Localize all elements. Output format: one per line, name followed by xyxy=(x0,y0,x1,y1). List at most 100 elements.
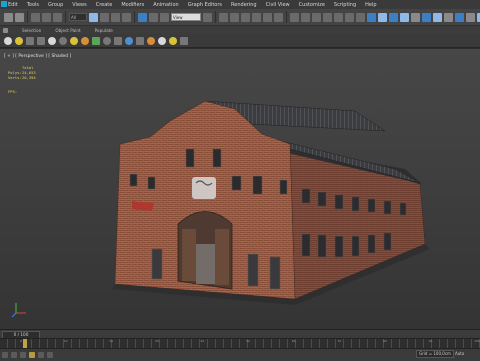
scale-icon[interactable] xyxy=(160,12,169,22)
render-setup-icon[interactable] xyxy=(378,12,387,22)
status-bar: 0 / 100 0 10 20 30 40 50 60 70 80 90 100… xyxy=(0,329,480,361)
material-editor-icon[interactable] xyxy=(367,12,376,22)
select-manipulate-icon[interactable] xyxy=(219,12,228,22)
toggle-ribbon-icon[interactable] xyxy=(334,12,343,22)
tab-selection[interactable]: Selection xyxy=(22,28,41,33)
link-icon[interactable] xyxy=(31,12,40,22)
ribbon-tool-icon[interactable] xyxy=(92,36,100,45)
selection-filter-dropdown[interactable]: All xyxy=(69,13,87,21)
keyboard-shortcut-override-icon[interactable] xyxy=(230,12,239,22)
menu-bar: Edit Tools Group Views Create Modifiers … xyxy=(0,0,480,9)
pivot-center-icon[interactable] xyxy=(203,12,212,22)
auto-key-label[interactable]: Auto xyxy=(455,351,464,356)
render-iterative-icon[interactable] xyxy=(411,12,420,22)
ribbon-tool-icon[interactable] xyxy=(15,36,23,45)
ribbon-tool-icon[interactable] xyxy=(180,36,188,45)
layer-explorer-icon[interactable] xyxy=(323,12,332,22)
ribbon-tool-icon[interactable] xyxy=(37,36,45,45)
named-selection-sets-icon[interactable] xyxy=(290,12,299,22)
menu-item-create[interactable]: Create xyxy=(96,2,113,8)
tab-object-paint[interactable]: Object Paint xyxy=(55,28,80,33)
render-production-icon[interactable] xyxy=(400,12,409,22)
time-slider-thumb[interactable] xyxy=(23,339,27,348)
menu-item-help[interactable]: Help xyxy=(365,2,376,8)
a360-gallery-icon[interactable] xyxy=(433,12,442,22)
ribbon-tool-icon[interactable] xyxy=(48,36,56,45)
ribbon-tool-icon[interactable] xyxy=(136,36,144,45)
render-in-cloud-icon[interactable] xyxy=(422,12,431,22)
door-leaf xyxy=(182,229,196,281)
extras-icon[interactable] xyxy=(466,12,475,22)
set-key-icon[interactable] xyxy=(38,351,44,358)
reference-coordinate-dropdown[interactable]: View xyxy=(171,13,201,21)
axis-gizmo xyxy=(11,303,26,318)
mirror-icon[interactable] xyxy=(301,12,310,22)
perspective-viewport[interactable]: [ + ] [ Perspective ] [ Shaded ] Total P… xyxy=(0,49,480,329)
main-toolbar: All View xyxy=(0,9,480,26)
tab-populate[interactable]: Populate xyxy=(95,28,113,33)
toolbar-divider xyxy=(286,11,287,23)
undo-icon[interactable] xyxy=(4,12,13,22)
rectangular-selection-icon[interactable] xyxy=(111,12,120,22)
snaps-toggle-icon[interactable] xyxy=(241,12,250,22)
menu-item-modifiers[interactable]: Modifiers xyxy=(121,2,144,8)
ribbon-tool-icon[interactable] xyxy=(103,36,111,45)
schematic-view-icon[interactable] xyxy=(356,12,365,22)
bind-space-warp-icon[interactable] xyxy=(53,12,62,22)
ribbon-tool-icon[interactable] xyxy=(147,36,155,45)
ribbon-tool-icon[interactable] xyxy=(114,36,122,45)
play-icon[interactable] xyxy=(47,351,53,358)
unlink-icon[interactable] xyxy=(42,12,51,22)
menu-item-edit[interactable]: Edit xyxy=(8,2,18,8)
door-leaf xyxy=(215,229,229,285)
ribbon-tool-icon[interactable] xyxy=(158,36,166,45)
menu-item-civil-view[interactable]: Civil View xyxy=(266,2,290,8)
toolbar-divider xyxy=(134,11,135,23)
ribbon-panel xyxy=(0,34,480,48)
grid-size-readout: Grid = 100,0cm xyxy=(416,350,454,358)
rendered-frame-window-icon[interactable] xyxy=(389,12,398,22)
lock-selection-icon[interactable] xyxy=(11,351,17,358)
select-by-name-icon[interactable] xyxy=(100,12,109,22)
window-crossing-icon[interactable] xyxy=(122,12,131,22)
building-model[interactable] xyxy=(0,49,480,329)
bottom-controls xyxy=(0,348,480,361)
menu-item-views[interactable]: Views xyxy=(72,2,86,8)
align-icon[interactable] xyxy=(312,12,321,22)
ribbon-tool-icon[interactable] xyxy=(169,36,177,45)
redo-icon[interactable] xyxy=(15,12,24,22)
angle-snap-icon[interactable] xyxy=(252,12,261,22)
menu-item-scripting[interactable]: Scripting xyxy=(334,2,356,8)
rotate-icon[interactable] xyxy=(149,12,158,22)
spinner-snap-icon[interactable] xyxy=(274,12,283,22)
percent-snap-icon[interactable] xyxy=(263,12,272,22)
render-shortcuts-icon[interactable] xyxy=(444,12,453,22)
environment-effects-icon[interactable] xyxy=(455,12,464,22)
menu-item-tools[interactable]: Tools xyxy=(27,2,39,8)
move-icon[interactable] xyxy=(138,12,147,22)
ribbon-tool-icon[interactable] xyxy=(59,36,67,45)
maxscript-listener-icon[interactable] xyxy=(2,351,8,358)
ribbon-tool-icon[interactable] xyxy=(81,36,89,45)
menu-item-rendering[interactable]: Rendering xyxy=(231,2,257,8)
toolbar-divider xyxy=(65,11,66,23)
select-object-icon[interactable] xyxy=(89,12,98,22)
menu-item-customize[interactable]: Customize xyxy=(299,2,325,8)
auto-key-icon[interactable] xyxy=(29,351,35,358)
curve-editor-icon[interactable] xyxy=(345,12,354,22)
toolbar-divider xyxy=(27,11,28,23)
ribbon-tool-icon[interactable] xyxy=(26,36,34,45)
absolute-mode-icon[interactable] xyxy=(20,351,26,358)
ribbon-tool-icon[interactable] xyxy=(4,36,12,45)
timeline-ticks xyxy=(0,339,480,348)
door-interior xyxy=(196,244,215,284)
menu-item-graph-editors[interactable]: Graph Editors xyxy=(188,2,222,8)
toolbar-divider xyxy=(215,11,216,23)
menu-item-animation[interactable]: Animation xyxy=(153,2,179,8)
ribbon-tool-icon[interactable] xyxy=(125,36,133,45)
ribbon-toggle-icon[interactable] xyxy=(3,27,8,33)
ribbon-tabs: Selection Object Paint Populate xyxy=(0,26,480,34)
menu-item-group[interactable]: Group xyxy=(48,2,63,8)
ribbon-tool-icon[interactable] xyxy=(70,36,78,45)
app-logo-icon[interactable] xyxy=(1,1,7,7)
